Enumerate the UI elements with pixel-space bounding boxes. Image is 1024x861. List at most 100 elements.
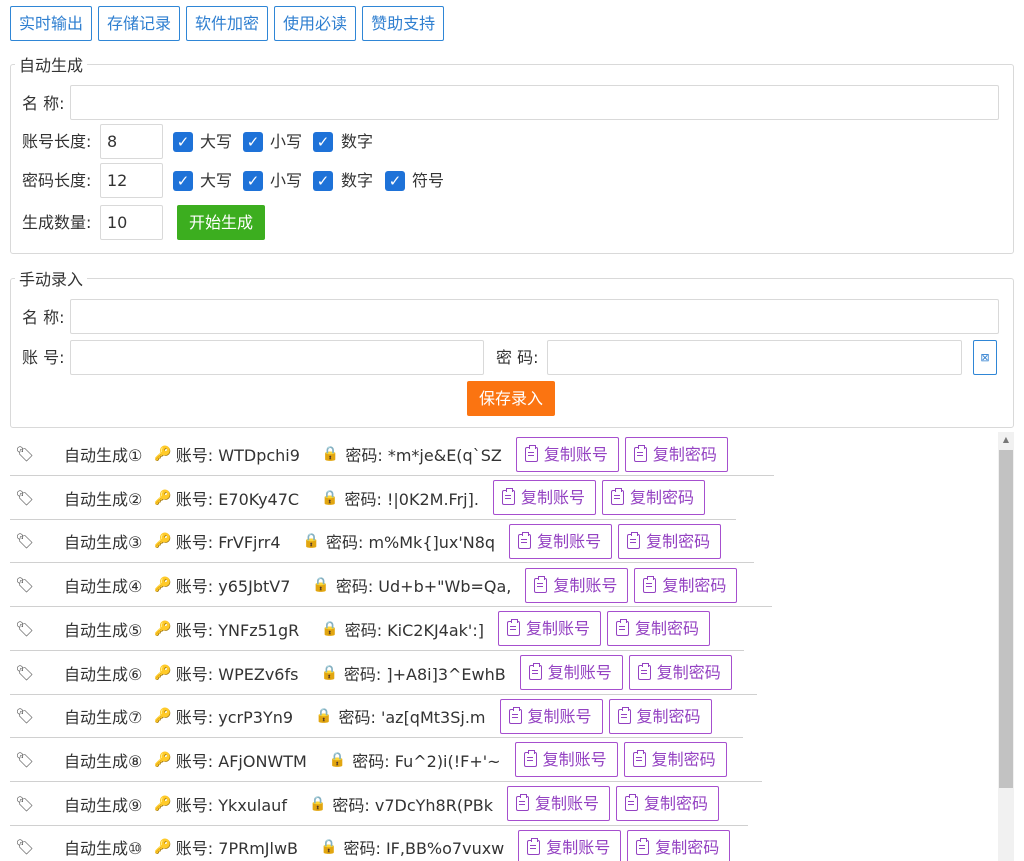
lock-icon: 🔒 xyxy=(321,620,339,637)
record-account: 账号: WTDpchi9 xyxy=(175,446,300,465)
record-password: 密码: m%Mk{]ux'N8q xyxy=(325,533,496,553)
lock-icon: 🔒 xyxy=(315,708,333,725)
copy-password-button[interactable]: 复制密码 xyxy=(608,698,712,734)
record-name: 自动生成① xyxy=(64,446,143,465)
nav-software-encryption-button[interactable]: 软件加密 xyxy=(186,6,269,41)
clipboard-icon xyxy=(625,794,638,812)
lock-icon: 🔒 xyxy=(320,839,338,856)
copy-password-button[interactable]: 复制密码 xyxy=(624,436,728,472)
auto-name-input[interactable] xyxy=(70,85,999,120)
manual-name-input[interactable] xyxy=(70,299,999,334)
start-generate-button[interactable]: 开始生成 xyxy=(177,205,266,240)
record-name: 自动生成④ xyxy=(64,577,143,597)
clipboard-icon xyxy=(501,488,515,506)
copy-account-button[interactable]: 复制账号 xyxy=(506,786,610,822)
tag-icon: 🏷 xyxy=(15,532,35,551)
copy-account-button[interactable]: 复制账号 xyxy=(499,698,603,734)
record-name: 自动生成⑦ xyxy=(64,708,143,728)
save-entry-button[interactable]: 保存录入 xyxy=(467,381,556,416)
clipboard-icon xyxy=(524,444,538,462)
records-list: 🏷 自动生成① 🔑 账号: WTDpchi9 🔒 密码: *m*je&E(q`SZ 复制账号… xyxy=(10,432,998,861)
tag-icon: 🏷 xyxy=(15,445,35,463)
record-password: 密码: Ud+b+"Wb=Qa, xyxy=(335,577,512,597)
copy-password-button[interactable]: 复制密码 xyxy=(618,523,722,559)
copy-password-label: 复制密码 xyxy=(629,488,694,508)
tag-icon: 🏷 xyxy=(15,488,35,507)
record-name: 自动生成⑥ xyxy=(64,664,143,684)
copy-account-label: 复制账号 xyxy=(534,794,599,814)
record-row: 🏷 自动生成⑩ 🔑 账号: 7PRmJlwB 🔒 密码: IF,BB%o7vuxw 复制账号… xyxy=(10,825,761,861)
account-lowercase-checkbox[interactable]: ✓ xyxy=(243,132,263,152)
record-name: 自动生成⑤ xyxy=(64,620,143,640)
record-account: 账号: WPEZv6fs xyxy=(175,664,299,684)
record-account: 账号: ycrP3Yn9 xyxy=(175,708,294,728)
generate-password-icon[interactable]: ⊠ xyxy=(973,340,997,375)
key-icon: 🔑 xyxy=(154,489,172,506)
generate-count-input[interactable]: 10 xyxy=(100,205,163,240)
record-account: 账号: FrVFjrr4 xyxy=(175,533,281,553)
manual-account-input[interactable] xyxy=(70,340,484,375)
copy-password-button[interactable]: 复制密码 xyxy=(623,742,727,778)
key-icon: 🔑 xyxy=(154,708,172,725)
copy-password-label: 复制密码 xyxy=(634,619,699,639)
manual-password-label: 密 码: xyxy=(496,348,539,367)
scroll-thumb[interactable] xyxy=(999,450,1013,788)
copy-account-button[interactable]: 复制账号 xyxy=(518,829,622,861)
record-row: 🏷 自动生成③ 🔑 账号: FrVFjrr4 🔒 密码: m%Mk{]ux'N8q 复制账号… xyxy=(10,519,754,564)
password-uppercase-checkbox[interactable]: ✓ xyxy=(173,171,193,191)
copy-account-button[interactable]: 复制账号 xyxy=(492,480,596,516)
copy-password-label: 复制密码 xyxy=(656,663,721,682)
account-length-input[interactable]: 8 xyxy=(100,124,163,159)
nav-sponsor-button[interactable]: 赞助支持 xyxy=(362,6,445,41)
copy-password-button[interactable]: 复制密码 xyxy=(616,786,720,822)
record-row: 🏷 自动生成⑦ 🔑 账号: ycrP3Yn9 🔒 密码: 'az[qMt3Sj.m 复制账号… xyxy=(10,694,743,739)
key-icon: 🔑 xyxy=(154,577,172,594)
copy-account-button[interactable]: 复制账号 xyxy=(509,523,613,559)
copy-password-button[interactable]: 复制密码 xyxy=(628,655,732,690)
key-icon: 🔑 xyxy=(154,533,172,550)
copy-account-button[interactable]: 复制账号 xyxy=(525,567,629,603)
copy-password-button[interactable]: 复制密码 xyxy=(606,611,710,647)
copy-account-label: 复制账号 xyxy=(525,619,590,639)
clipboard-icon xyxy=(617,706,631,724)
clipboard-icon xyxy=(610,488,624,506)
record-row: 🏷 自动生成② 🔑 账号: E70Ky47C 🔒 密码: !|0K2M.Frj]. 复制账号… xyxy=(10,476,736,520)
nav-storage-records-button[interactable]: 存储记录 xyxy=(98,6,181,41)
copy-account-label: 复制账号 xyxy=(520,488,585,508)
nav-must-read-button[interactable]: 使用必读 xyxy=(274,6,357,41)
records-scrollbar[interactable]: ▲ xyxy=(998,432,1014,861)
copy-account-button[interactable]: 复制账号 xyxy=(519,655,623,690)
record-row: 🏷 自动生成⑨ 🔑 账号: Ykxulauf 🔒 密码: v7DcYh8R(PBk 复制账号… xyxy=(10,782,748,826)
key-icon: 🔑 xyxy=(154,446,172,462)
scroll-up-arrow-icon[interactable]: ▲ xyxy=(998,432,1014,448)
clipboard-icon xyxy=(643,575,657,593)
clipboard-icon xyxy=(615,619,629,637)
top-nav: 实时输出 存储记录 软件加密 使用必读 赞助支持 xyxy=(10,6,445,41)
record-name: 自动生成⑨ xyxy=(64,795,143,815)
password-lowercase-checkbox[interactable]: ✓ xyxy=(243,171,263,191)
record-password: 密码: IF,BB%o7vuxw xyxy=(343,839,505,859)
copy-account-button[interactable]: 复制账号 xyxy=(497,611,601,647)
copy-password-button[interactable]: 复制密码 xyxy=(601,480,705,516)
copy-password-button[interactable]: 复制密码 xyxy=(634,567,738,603)
clipboard-icon xyxy=(637,663,651,680)
password-length-input[interactable]: 12 xyxy=(100,163,163,198)
copy-account-button[interactable]: 复制账号 xyxy=(514,742,618,778)
manual-password-input[interactable] xyxy=(547,340,962,375)
copy-account-button[interactable]: 复制账号 xyxy=(515,436,619,472)
nav-realtime-output-button[interactable]: 实时输出 xyxy=(10,6,93,41)
copy-password-label: 复制密码 xyxy=(646,531,711,551)
key-icon: 🔑 xyxy=(154,664,172,681)
copy-password-label: 复制密码 xyxy=(644,794,709,814)
clipboard-icon xyxy=(627,531,641,549)
password-symbols-label: 符号 xyxy=(412,171,445,190)
account-uppercase-checkbox[interactable]: ✓ xyxy=(173,132,193,152)
password-digits-checkbox[interactable]: ✓ xyxy=(313,171,333,191)
manual-entry-legend: 手动录入 xyxy=(19,270,84,289)
copy-password-button[interactable]: 复制密码 xyxy=(627,829,731,861)
clipboard-icon xyxy=(515,794,529,812)
password-symbols-checkbox[interactable]: ✓ xyxy=(385,171,405,191)
clipboard-icon xyxy=(506,619,520,637)
account-digits-checkbox[interactable]: ✓ xyxy=(313,132,333,152)
password-lowercase-label: 小写 xyxy=(270,171,303,190)
